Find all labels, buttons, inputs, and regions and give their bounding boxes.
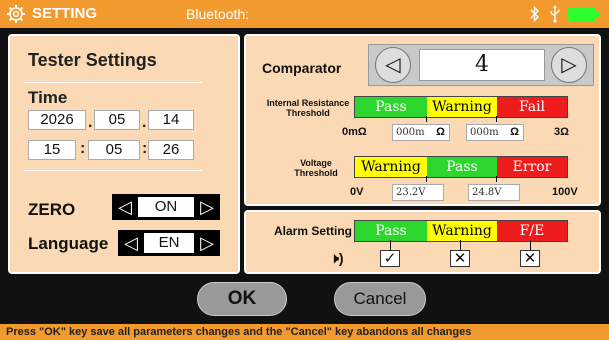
comparator-value: 4 xyxy=(419,49,545,81)
voltage-label-line2: Threshold xyxy=(294,168,338,178)
alarm-range-bar: Pass Warning F/E xyxy=(354,220,568,242)
minute-field[interactable]: 05 xyxy=(88,140,140,160)
time-separator: : xyxy=(80,140,86,157)
alarm-warning-segment: Warning xyxy=(427,221,497,241)
resistance-threshold-label: Internal Resistance Threshold xyxy=(254,98,362,118)
resistance-low-input[interactable]: 000m Ω xyxy=(392,124,450,141)
comparator-next-button[interactable]: ▷ xyxy=(551,47,587,83)
bluetooth-label: Bluetooth: xyxy=(186,6,250,22)
voltage-pass-segment: Pass xyxy=(427,157,497,177)
alarm-setting-label: Alarm Setting xyxy=(274,224,353,238)
month-field[interactable]: 05 xyxy=(94,110,140,130)
gear-icon xyxy=(7,5,25,23)
zero-toggle: ◁ ON ▷ xyxy=(112,194,220,220)
ok-button[interactable]: OK xyxy=(197,282,287,316)
voltage-min-label: 0V xyxy=(350,186,364,198)
tester-settings-title: Tester Settings xyxy=(28,50,157,70)
ohm-unit: Ω xyxy=(510,126,519,138)
time-label: Time xyxy=(28,88,68,107)
cancel-button[interactable]: Cancel xyxy=(334,282,426,316)
day-field[interactable]: 14 xyxy=(148,110,194,130)
resistance-high-input[interactable]: 000m Ω xyxy=(466,124,524,141)
language-toggle: ◁ EN ▷ xyxy=(118,230,220,256)
voltage-label-line1: Voltage xyxy=(300,158,332,168)
comparator-label: Comparator xyxy=(262,60,342,76)
tester-settings-panel: Tester Settings Time 2026 . 05 . 14 15 :… xyxy=(8,34,240,274)
resistance-pass-segment: Pass xyxy=(355,97,427,117)
footer-hint: Press "OK" key save all parameters chang… xyxy=(0,324,609,340)
battery-icon xyxy=(568,8,599,21)
alarm-pass-segment: Pass xyxy=(355,221,427,241)
resistance-range-bar: Pass Warning Fail xyxy=(354,96,568,118)
divider xyxy=(24,170,202,171)
resistance-fail-segment: Fail xyxy=(497,97,567,117)
voltage-high-tick xyxy=(496,176,497,182)
voltage-low-tick xyxy=(426,176,427,182)
alarm-fe-tick xyxy=(530,240,531,250)
language-next-button[interactable]: ▷ xyxy=(194,230,220,256)
ohm-unit: Ω xyxy=(436,126,445,138)
voltage-threshold-label: Voltage Threshold xyxy=(266,158,366,178)
voltage-max-label: 100V xyxy=(552,186,578,198)
zero-next-button[interactable]: ▷ xyxy=(194,194,220,220)
page-title: SETTING xyxy=(32,5,98,22)
language-label: Language xyxy=(28,234,109,253)
language-value: EN xyxy=(144,233,194,253)
alarm-fe-checkbox[interactable]: ✕ xyxy=(520,250,540,267)
zero-prev-button[interactable]: ◁ xyxy=(112,194,138,220)
second-field[interactable]: 26 xyxy=(148,140,194,160)
divider xyxy=(24,82,202,83)
alarm-panel: Alarm Setting Pass Warning F/E 🕨) ✓ ✕ ✕ xyxy=(244,210,601,274)
voltage-low-input[interactable]: 23.2V xyxy=(392,184,444,201)
hour-field[interactable]: 15 xyxy=(28,140,76,160)
resistance-warning-segment: Warning xyxy=(427,97,497,117)
speaker-icon: 🕨) xyxy=(330,250,344,266)
voltage-high-input[interactable]: 24.8V xyxy=(468,184,520,201)
language-prev-button[interactable]: ◁ xyxy=(118,230,144,256)
alarm-pass-checkbox[interactable]: ✓ xyxy=(380,250,400,267)
resistance-high-tick xyxy=(496,116,497,122)
resistance-min-label: 0mΩ xyxy=(342,126,367,138)
voltage-range-bar: Warning Pass Error xyxy=(354,156,568,178)
voltage-warning-segment: Warning xyxy=(355,157,427,177)
year-field[interactable]: 2026 xyxy=(28,110,86,130)
alarm-warning-checkbox[interactable]: ✕ xyxy=(450,250,470,267)
voltage-error-segment: Error xyxy=(497,157,567,177)
resistance-low-tick xyxy=(426,116,427,122)
title-bar: SETTING Bluetooth: xyxy=(0,0,609,28)
comparator-prev-button[interactable]: ◁ xyxy=(375,47,411,83)
alarm-pass-tick xyxy=(390,240,391,250)
comparator-selector: ◁ 4 ▷ xyxy=(368,44,594,86)
usb-icon xyxy=(550,5,560,23)
date-separator: . xyxy=(88,114,93,131)
resistance-max-label: 3Ω xyxy=(554,126,569,138)
resistance-label-line2: Threshold xyxy=(286,108,330,118)
comparator-panel: Comparator ◁ 4 ▷ Internal Resistance Thr… xyxy=(244,34,601,206)
bluetooth-icon xyxy=(530,6,539,22)
zero-value: ON xyxy=(138,197,194,217)
zero-label: ZERO xyxy=(28,200,76,219)
time-separator: : xyxy=(142,140,148,157)
resistance-label-line1: Internal Resistance xyxy=(266,98,350,108)
date-separator: . xyxy=(142,114,147,131)
resistance-low-value: 000m xyxy=(396,127,425,138)
alarm-fe-segment: F/E xyxy=(497,221,567,241)
alarm-warning-tick xyxy=(460,240,461,250)
resistance-high-value: 000m xyxy=(470,127,499,138)
